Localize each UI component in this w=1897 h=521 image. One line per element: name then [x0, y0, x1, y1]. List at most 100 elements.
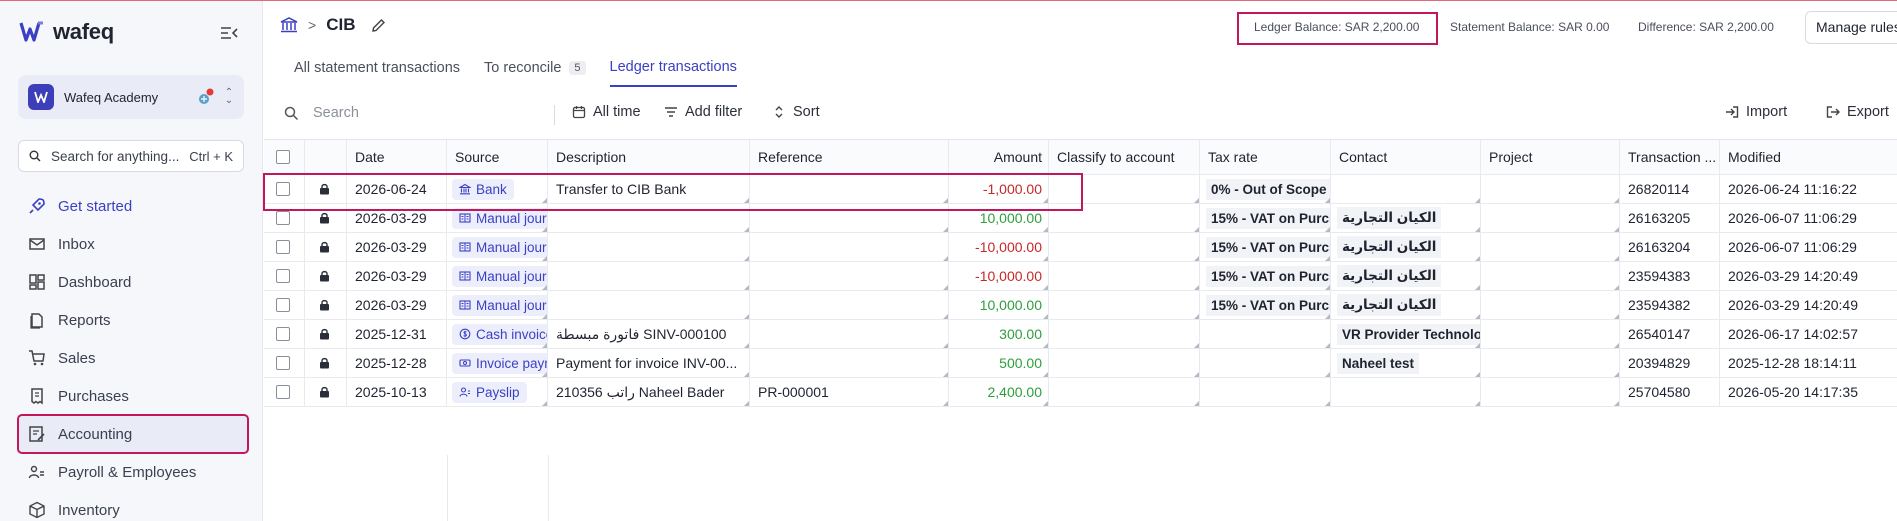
row-checkbox[interactable] — [276, 327, 290, 341]
collapse-sidebar-icon[interactable] — [220, 25, 238, 41]
classify-cell[interactable] — [1049, 204, 1200, 232]
table-row[interactable]: 2025-12-28 Invoice payment Payment for i… — [264, 349, 1897, 378]
project-cell[interactable] — [1481, 204, 1620, 232]
source-cell[interactable]: Cash invoice — [447, 320, 548, 348]
source-cell[interactable]: Bank — [447, 175, 548, 203]
sort-button[interactable]: Sort — [772, 104, 820, 120]
tax-rate-cell[interactable]: 15% - VAT on Purchases — [1200, 204, 1331, 232]
amount-cell[interactable]: 500.00 — [949, 349, 1049, 377]
description-cell[interactable]: Payment for invoice INV-00... — [548, 349, 750, 377]
table-row[interactable]: 2025-10-13 Payslip 210356 راتب Naheel Ba… — [264, 378, 1897, 407]
reference-cell[interactable] — [750, 291, 949, 319]
source-tag[interactable]: Cash invoice — [452, 323, 547, 345]
notification-badge-icon[interactable] — [196, 87, 216, 107]
source-cell[interactable]: Manual journal — [447, 204, 548, 232]
description-cell[interactable] — [548, 262, 750, 290]
tax-rate-cell[interactable]: 15% - VAT on Purchases — [1200, 291, 1331, 319]
amount-cell[interactable]: 300.00 — [949, 320, 1049, 348]
tax-rate-cell[interactable] — [1200, 378, 1331, 406]
row-checkbox[interactable] — [276, 269, 290, 283]
classify-cell[interactable] — [1049, 320, 1200, 348]
table-row[interactable]: 2026-03-29 Manual journal 10,000.00 15% … — [264, 204, 1897, 233]
source-cell[interactable]: Invoice payment — [447, 349, 548, 377]
source-tag[interactable]: Payslip — [452, 381, 527, 403]
table-row[interactable]: 2026-03-29 Manual journal -10,000.00 15%… — [264, 233, 1897, 262]
amount-cell[interactable]: 10,000.00 — [949, 291, 1049, 319]
col-header-transaction[interactable]: Transaction ... — [1620, 140, 1720, 174]
classify-cell[interactable] — [1049, 378, 1200, 406]
classify-cell[interactable] — [1049, 175, 1200, 203]
reference-cell[interactable] — [750, 349, 949, 377]
col-header-amount[interactable]: Amount — [949, 140, 1049, 174]
classify-cell[interactable] — [1049, 233, 1200, 261]
source-tag[interactable]: Manual journal — [452, 294, 547, 316]
nav-get-started[interactable]: Get started — [18, 187, 248, 225]
col-header-reference[interactable]: Reference — [750, 140, 949, 174]
reference-cell[interactable] — [750, 175, 949, 203]
contact-cell[interactable] — [1331, 175, 1481, 203]
row-checkbox[interactable] — [276, 182, 290, 196]
contact-cell[interactable]: الكيان التجارية — [1331, 262, 1481, 290]
manage-rules-button[interactable]: Manage rules — [1805, 11, 1897, 44]
amount-cell[interactable]: -1,000.00 — [949, 175, 1049, 203]
col-header-contact[interactable]: Contact — [1331, 140, 1481, 174]
source-cell[interactable]: Manual journal — [447, 233, 548, 261]
project-cell[interactable] — [1481, 233, 1620, 261]
nav-sales[interactable]: Sales — [18, 339, 248, 377]
contact-cell[interactable]: Naheel test — [1331, 349, 1481, 377]
amount-cell[interactable]: -10,000.00 — [949, 233, 1049, 261]
nav-reports[interactable]: Reports — [18, 301, 248, 339]
nav-inbox[interactable]: Inbox — [18, 225, 248, 263]
import-button[interactable]: Import — [1725, 104, 1787, 120]
pencil-icon[interactable] — [371, 18, 386, 33]
nav-accounting[interactable]: Accounting — [17, 414, 249, 454]
tax-rate-cell[interactable]: 0% - Out of Scope — [1200, 175, 1331, 203]
amount-cell[interactable]: 10,000.00 — [949, 204, 1049, 232]
contact-cell[interactable]: VR Provider Technologies — [1331, 320, 1481, 348]
table-row[interactable]: 2026-06-24 Bank Transfer to CIB Bank -1,… — [264, 175, 1897, 204]
tax-rate-cell[interactable]: 15% - VAT on Purchases — [1200, 262, 1331, 290]
source-cell[interactable]: Manual journal — [447, 291, 548, 319]
row-checkbox[interactable] — [276, 385, 290, 399]
global-search-input[interactable]: Search for anything... Ctrl + K — [18, 140, 244, 172]
classify-cell[interactable] — [1049, 349, 1200, 377]
source-tag[interactable]: Manual journal — [452, 236, 547, 258]
row-checkbox[interactable] — [276, 356, 290, 370]
source-tag[interactable]: Manual journal — [452, 265, 547, 287]
amount-cell[interactable]: -10,000.00 — [949, 262, 1049, 290]
source-tag[interactable]: Invoice payment — [452, 352, 547, 374]
description-cell[interactable] — [548, 204, 750, 232]
wafeq-logo[interactable]: wafeq — [19, 19, 114, 45]
select-all-checkbox[interactable] — [276, 150, 290, 164]
table-row[interactable]: 2026-03-29 Manual journal -10,000.00 15%… — [264, 262, 1897, 291]
description-cell[interactable]: 210356 راتب Naheel Bader — [548, 378, 750, 406]
nav-dashboard[interactable]: Dashboard — [18, 263, 248, 301]
amount-cell[interactable]: 2,400.00 — [949, 378, 1049, 406]
col-header-date[interactable]: Date — [347, 140, 447, 174]
source-tag[interactable]: Bank — [452, 178, 514, 200]
description-cell[interactable]: فاتورة مبسطة SINV-000100 — [548, 320, 750, 348]
col-header-description[interactable]: Description — [548, 140, 750, 174]
col-header-project[interactable]: Project — [1481, 140, 1620, 174]
row-checkbox[interactable] — [276, 211, 290, 225]
contact-cell[interactable] — [1331, 378, 1481, 406]
description-cell[interactable] — [548, 291, 750, 319]
col-header-modified[interactable]: Modified — [1720, 140, 1897, 174]
project-cell[interactable] — [1481, 175, 1620, 203]
contact-cell[interactable]: الكيان التجارية — [1331, 233, 1481, 261]
nav-purchases[interactable]: Purchases — [18, 377, 248, 415]
reference-cell[interactable] — [750, 204, 949, 232]
col-header-classify[interactable]: Classify to account — [1049, 140, 1200, 174]
tax-rate-cell[interactable] — [1200, 349, 1331, 377]
reference-cell[interactable] — [750, 233, 949, 261]
contact-cell[interactable]: الكيان التجارية — [1331, 204, 1481, 232]
tab-ledger-transactions[interactable]: Ledger transactions — [609, 59, 737, 87]
tab-all-statement[interactable]: All statement transactions — [294, 59, 460, 87]
reference-cell[interactable] — [750, 262, 949, 290]
row-checkbox[interactable] — [276, 298, 290, 312]
tab-to-reconcile[interactable]: To reconcile 5 — [484, 59, 586, 87]
description-cell[interactable]: Transfer to CIB Bank — [548, 175, 750, 203]
all-time-filter-button[interactable]: All time — [572, 104, 641, 120]
reference-cell[interactable] — [750, 320, 949, 348]
reference-cell[interactable]: PR-000001 — [750, 378, 949, 406]
